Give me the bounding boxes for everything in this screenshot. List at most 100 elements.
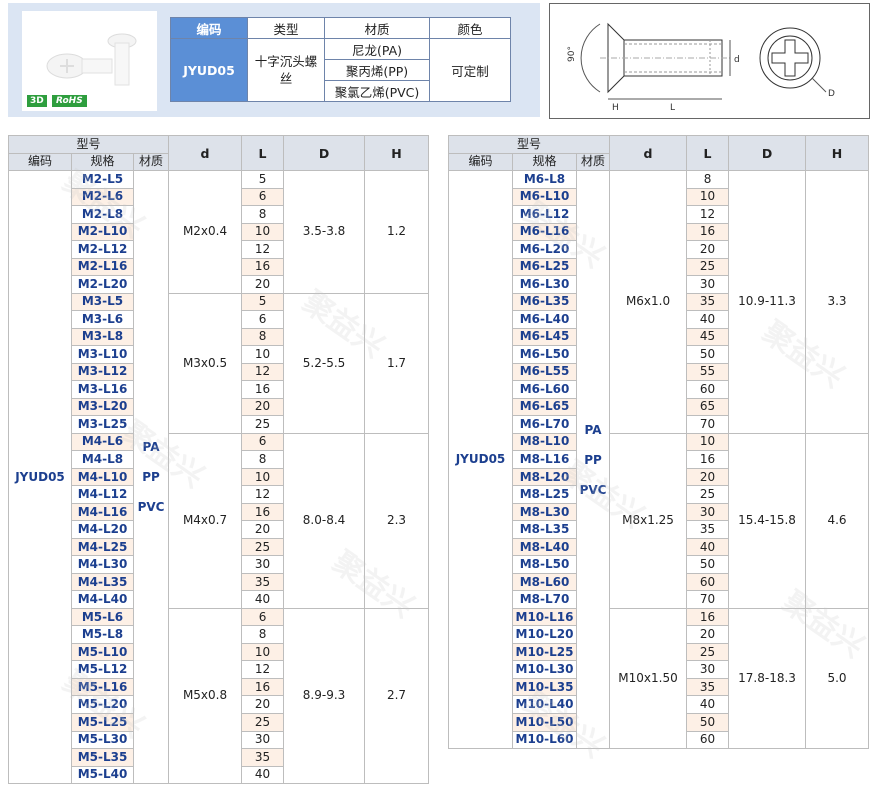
spec-code: JYUD05 [170, 38, 248, 102]
spec-cell: M8-L70 [512, 590, 577, 609]
spec-cell: M2-L12 [71, 240, 134, 259]
head-diameter-cell: 5.2-5.5 [283, 292, 366, 434]
material-label: PA [142, 440, 160, 455]
length-cell: 20 [241, 520, 285, 539]
length-cell: 50 [686, 555, 730, 574]
length-cell: 6 [241, 607, 285, 627]
spec-cell: M5-L6 [71, 607, 134, 627]
length-cell: 40 [241, 765, 285, 785]
thread-cell: M3x0.5 [168, 292, 243, 434]
header-dia: D [728, 135, 807, 171]
spec-cell: M6-L45 [512, 327, 577, 347]
spec-cell: M6-L12 [512, 205, 577, 224]
length-cell: 8 [241, 450, 285, 469]
spec-cell: M5-L8 [71, 625, 134, 644]
material-label: PP [584, 452, 602, 467]
thread-cell: M10x1.50 [609, 607, 688, 750]
rohs-badge: RoHS [52, 95, 87, 107]
spec-header-type: 类型 [247, 17, 325, 39]
spec-cell: M3-L20 [71, 397, 134, 417]
table-row: JYUD05 M6-L8 PA PP PVC M6x1.0 8 10.9-11.3 3.3 [448, 169, 870, 750]
l-label: L [670, 103, 675, 113]
length-cell: 40 [686, 537, 730, 557]
length-cell: 40 [241, 590, 285, 609]
code-cell: JYUD05 [448, 169, 513, 750]
length-cell: 70 [686, 590, 730, 609]
length-cell: 25 [686, 485, 730, 504]
length-cell: 8 [686, 170, 730, 189]
length-cell: 12 [241, 362, 285, 382]
material-cell: PA PP PVC [575, 169, 611, 750]
length-cell: 10 [241, 222, 285, 242]
spec-cell: M6-L60 [512, 380, 577, 399]
spec-cell: M2-L6 [71, 187, 134, 207]
thread-cell: M8x1.25 [609, 432, 688, 609]
head-height-cell: 1.7 [364, 292, 430, 434]
head-height-cell: 5.0 [805, 607, 870, 750]
spec-cell: M5-L12 [71, 660, 134, 679]
spec-cell: M6-L70 [512, 415, 577, 434]
length-cell: 10 [686, 187, 730, 207]
length-cell: 6 [241, 310, 285, 329]
spec-cell: M8-L60 [512, 572, 577, 592]
spec-cell: M10-L30 [512, 660, 577, 679]
spec-cell: M2-L8 [71, 205, 134, 224]
spec-cell: M8-L20 [512, 467, 577, 487]
length-cell: 30 [686, 275, 730, 294]
d-label: d [734, 55, 740, 65]
length-cell: 60 [686, 380, 730, 399]
length-cell: 50 [686, 345, 730, 364]
spec-cell: M10-L20 [512, 625, 577, 644]
spec-cell: M5-L16 [71, 677, 134, 697]
header-h: H [805, 135, 870, 171]
spec-cell: M8-L40 [512, 537, 577, 557]
length-cell: 30 [241, 730, 285, 750]
length-cell: 12 [241, 240, 285, 259]
header-spec: 规格 [71, 152, 134, 171]
spec-cell: M3-L5 [71, 292, 134, 312]
spec-cell: M6-L40 [512, 310, 577, 329]
length-cell: 30 [241, 555, 285, 574]
header-l: L [686, 135, 730, 171]
length-cell: 12 [686, 205, 730, 224]
length-cell: 16 [686, 607, 730, 627]
spec-cell: M5-L25 [71, 712, 134, 732]
length-cell: 16 [241, 257, 285, 277]
spec-cell: M2-L16 [71, 257, 134, 277]
length-cell: 20 [686, 625, 730, 644]
length-cell: 10 [241, 345, 285, 364]
length-cell: 35 [686, 520, 730, 539]
length-cell: 55 [686, 362, 730, 382]
spec-cell: M6-L10 [512, 187, 577, 207]
length-cell: 30 [686, 660, 730, 679]
spec-header-material: 材质 [324, 17, 430, 39]
spec-cell: M5-L20 [71, 695, 134, 714]
spec-cell: M2-L20 [71, 275, 134, 294]
material-cell: PA PP PVC [132, 169, 170, 785]
spec-cell: M10-L25 [512, 642, 577, 662]
length-cell: 16 [686, 222, 730, 242]
spec-header-code: 编码 [170, 17, 248, 39]
spec-cell: M4-L12 [71, 485, 134, 504]
length-cell: 8 [241, 625, 285, 644]
countersunk-screw-diagram: 90° H L d D [567, 22, 835, 113]
length-cell: 60 [686, 730, 730, 750]
spec-cell: M2-L10 [71, 222, 134, 242]
header-h: H [364, 135, 430, 171]
table-row: M4-L6 M4x0.7 6 8.0-8.4 2.3 [9, 432, 430, 609]
spec-type: 十字沉头螺丝 [247, 38, 325, 102]
spec-material-1: 尼龙(PA) [324, 38, 430, 60]
head-diameter-cell: 8.9-9.3 [283, 607, 366, 785]
spec-cell: M8-L30 [512, 502, 577, 522]
spec-cell: M6-L35 [512, 292, 577, 312]
length-cell: 20 [686, 240, 730, 259]
right-spec-table: 型号 d L D H 编码 规格 材质 JYUD05 M6-L8 PA PP PVC M6… [447, 135, 870, 750]
length-cell: 5 [241, 170, 285, 189]
header-code: 编码 [8, 152, 72, 171]
spec-cell: M4-L20 [71, 520, 134, 539]
header-code: 编码 [448, 152, 513, 171]
length-cell: 16 [241, 677, 285, 697]
length-cell: 25 [241, 537, 285, 557]
material-label: PVC [579, 482, 607, 497]
spec-cell: M5-L30 [71, 730, 134, 750]
